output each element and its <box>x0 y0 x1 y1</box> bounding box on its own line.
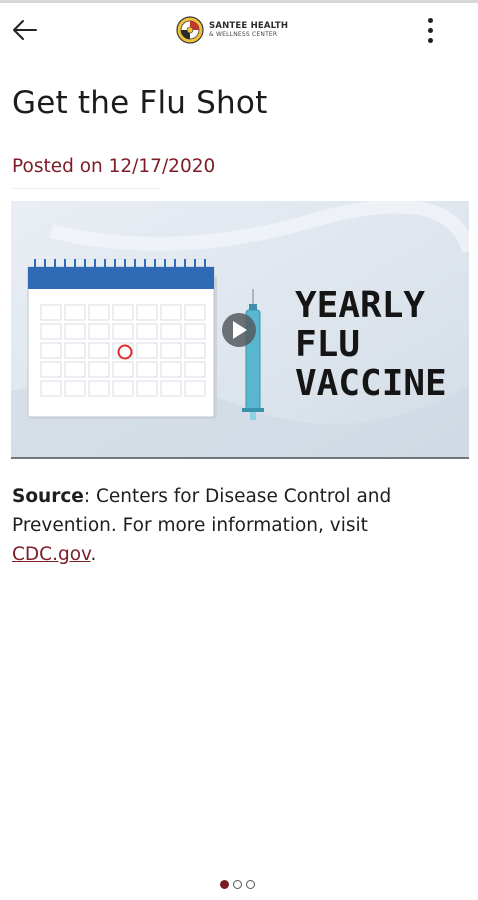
calendar-illustration <box>27 259 217 419</box>
video-text-line1: YEARLY <box>295 285 425 326</box>
page-indicator <box>220 880 255 889</box>
menu-dot <box>427 27 433 33</box>
more-vertical-icon <box>427 17 433 23</box>
source-label: Source <box>12 486 84 507</box>
overflow-menu-button[interactable] <box>418 13 442 47</box>
video-text-line3: VACCINE <box>295 363 447 404</box>
page-dot-2[interactable] <box>233 880 242 889</box>
play-icon[interactable] <box>222 313 256 347</box>
video-player[interactable]: YEARLY FLU VACCINE <box>11 201 469 459</box>
date-divider <box>12 188 160 189</box>
page-dot-1[interactable] <box>220 880 229 889</box>
brand-logo: SANTEE HEALTH & WELLNESS CENTER <box>176 14 288 46</box>
page-dot-3[interactable] <box>246 880 255 889</box>
santee-emblem-icon <box>176 16 204 44</box>
menu-dot <box>427 37 433 43</box>
brand-name: SANTEE HEALTH <box>209 20 289 31</box>
page-title: Get the Flu Shot <box>12 85 268 121</box>
video-text-line2: FLU <box>295 324 360 365</box>
video-thumbnail: YEARLY FLU VACCINE <box>11 201 469 459</box>
post-date: Posted on 12/17/2020 <box>12 156 216 177</box>
app-bar: SANTEE HEALTH & WELLNESS CENTER <box>0 3 478 55</box>
cdc-link[interactable]: CDC.gov <box>12 544 91 565</box>
source-end: . <box>90 544 97 565</box>
arrow-left-icon <box>13 20 37 40</box>
brand-subtitle: & WELLNESS CENTER <box>209 31 278 39</box>
source-paragraph: Source: Centers for Disease Control and … <box>12 482 452 569</box>
back-button[interactable] <box>8 13 42 47</box>
